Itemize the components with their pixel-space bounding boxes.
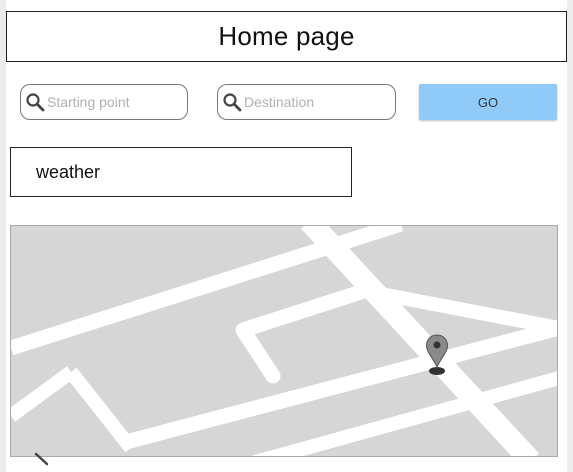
search-icon (26, 93, 45, 112)
go-button[interactable]: GO (419, 84, 557, 120)
starting-point-field[interactable] (20, 84, 188, 120)
page-title: Home page (218, 21, 355, 51)
map-pin-icon[interactable] (425, 334, 449, 376)
resize-handle-icon[interactable] (34, 452, 50, 466)
destination-input[interactable] (243, 87, 395, 117)
road (65, 367, 137, 453)
page-header: Home page (6, 11, 567, 62)
destination-field[interactable] (217, 84, 396, 120)
map-view[interactable] (10, 225, 558, 457)
road (11, 366, 76, 422)
weather-panel: weather (10, 147, 352, 197)
weather-label: weather (36, 161, 101, 182)
map-roads (11, 226, 557, 456)
road (235, 284, 369, 384)
search-icon (223, 93, 242, 112)
starting-point-input[interactable] (46, 87, 187, 117)
